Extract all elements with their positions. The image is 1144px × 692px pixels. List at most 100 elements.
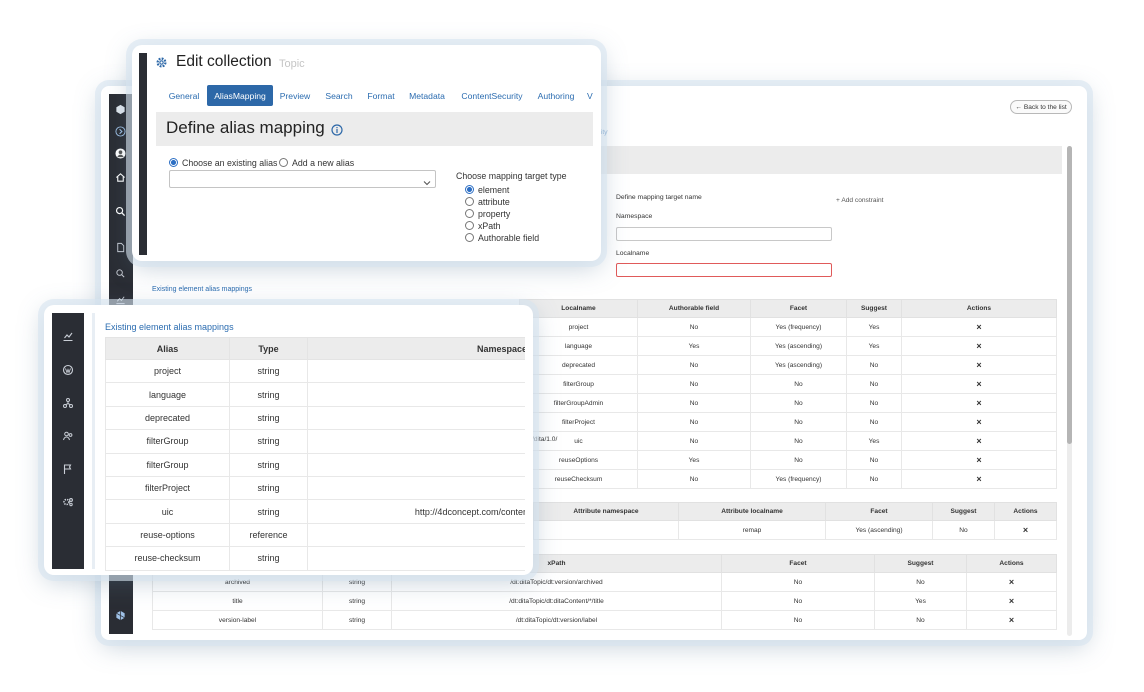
document-icon[interactable] [109, 236, 131, 258]
table-row[interactable]: filterProject string [105, 475, 525, 501]
alias-select[interactable] [169, 170, 436, 188]
target-type-property[interactable]: property [465, 209, 510, 219]
target-type-xpath[interactable]: xPath [465, 221, 501, 231]
home-icon[interactable] [109, 166, 131, 188]
table-row[interactable]: remap Yes (ascending) No × [533, 520, 1057, 540]
user-avatar-icon[interactable] [109, 142, 131, 164]
delete-icon[interactable]: × [976, 379, 981, 389]
table-row[interactable]: language string [105, 382, 525, 407]
table-row[interactable]: archived string/dt:ditaTopic/dt:version/a… [152, 572, 1057, 592]
settings-cog-icon[interactable] [52, 487, 84, 517]
delete-icon[interactable]: × [976, 398, 981, 408]
delete-icon[interactable]: × [976, 436, 981, 446]
alias-cell: filterGroup [105, 429, 230, 454]
info-icon[interactable] [331, 123, 343, 136]
delete-cell: × [901, 469, 1057, 489]
users-icon[interactable] [52, 421, 84, 451]
header-suggest: Suggest [846, 299, 902, 318]
type-cell: string [229, 546, 308, 571]
tab-search[interactable]: Search [320, 85, 358, 106]
table-row[interactable]: deprecated No Yes (ascending) No × [519, 355, 1057, 375]
xpath-type-cell: string [322, 572, 392, 592]
header-xpath-actions: Actions [966, 554, 1057, 573]
table-row[interactable]: deprecated string [105, 405, 525, 431]
back-to-list-button[interactable]: ← Back to the list [1010, 100, 1072, 114]
radio-off-icon [465, 233, 474, 242]
table-row[interactable]: filterGroup string [105, 429, 525, 454]
delete-icon[interactable]: × [1009, 615, 1014, 625]
tab-metadata[interactable]: Metadata [406, 85, 448, 106]
header-attr-actions: Actions [994, 502, 1057, 521]
existing-mappings-title[interactable]: Existing element alias mappings [105, 322, 234, 332]
table-row[interactable]: filterProject No No No × [519, 412, 1057, 432]
tab-v-partial[interactable]: V [587, 85, 597, 106]
radio-existing-alias[interactable]: Choose an existing alias [169, 158, 277, 168]
localname-input[interactable] [616, 263, 832, 277]
header-attr-suggest: Suggest [932, 502, 995, 521]
add-constraint-button[interactable]: + Add constraint [836, 197, 883, 204]
main-scrollbar-thumb[interactable] [1067, 146, 1072, 444]
table-row[interactable]: language Yes Yes (ascending) Yes × [519, 336, 1057, 356]
radio-new-alias[interactable]: Add a new alias [279, 158, 354, 168]
header-xpath-suggest: Suggest [874, 554, 967, 573]
table-row[interactable]: title string/dt:ditaTopic/dt:ditaContent/… [152, 591, 1057, 611]
target-type-attribute[interactable]: attribute [465, 197, 510, 207]
app-logo-icon[interactable] [109, 98, 131, 120]
table-row[interactable]: uic No No Yes × [519, 431, 1057, 451]
delete-icon[interactable]: × [1009, 596, 1014, 606]
tab-authoring[interactable]: Authoring [533, 85, 579, 106]
main-scrollbar[interactable] [1067, 146, 1072, 636]
header-attr-localname: Attribute localname [678, 502, 826, 521]
namespace-cell [307, 475, 525, 501]
delete-icon[interactable]: × [1009, 577, 1014, 587]
alias-cell: reuse-checksum [105, 546, 230, 571]
table-row[interactable]: filterGroup No No No × [519, 374, 1057, 394]
table-row[interactable]: uicstringhttp://4dconcept.com/contentfac… [105, 499, 525, 524]
search-small-icon[interactable] [109, 262, 131, 284]
header-type: Type [229, 337, 308, 360]
tab-preview[interactable]: Preview [276, 85, 314, 106]
delete-icon[interactable]: × [976, 455, 981, 465]
delete-icon[interactable]: × [976, 360, 981, 370]
chart-icon[interactable] [52, 321, 84, 351]
namespace-cell [307, 452, 525, 477]
flag-icon[interactable] [52, 454, 84, 484]
element-mappings-table: Localname Authorable field Facet Suggest… [519, 299, 1057, 489]
tab-contentsecurity[interactable]: ContentSecurity [458, 85, 526, 106]
table-row[interactable]: reuse-checksum string [105, 546, 525, 571]
existing-mappings-link[interactable]: Existing element alias mappings [152, 286, 252, 293]
network-icon[interactable] [52, 388, 84, 418]
table-row[interactable]: project No Yes (frequency) Yes × [519, 317, 1057, 337]
localname-cell: filterProject [519, 412, 638, 432]
delete-icon[interactable]: × [976, 322, 981, 332]
table-row[interactable]: reuseOptions Yes No No × [519, 450, 1057, 470]
table-row[interactable]: version-label string/dt:ditaTopic/dt:vers… [152, 610, 1057, 630]
table-row[interactable]: project string [105, 358, 525, 384]
delete-icon[interactable]: × [976, 341, 981, 351]
table-row[interactable]: filterGroup string [105, 452, 525, 477]
expand-chevron-icon[interactable] [109, 120, 131, 142]
target-type-label: Choose mapping target type [456, 171, 567, 181]
target-type-element[interactable]: element [465, 185, 509, 195]
authorable-cell: Yes [637, 336, 751, 356]
search-icon[interactable] [109, 200, 131, 222]
tab-general[interactable]: General [164, 85, 204, 106]
tab-format[interactable]: Format [363, 85, 399, 106]
suggest-cell: No [846, 469, 902, 489]
namespace-input[interactable] [616, 227, 832, 241]
panel-divider [92, 313, 95, 569]
table-row[interactable]: reuseChecksum No Yes (frequency) No × [519, 469, 1057, 489]
radio-on-icon [169, 158, 178, 167]
authorable-cell: No [637, 374, 751, 394]
namespace-label: Namespace [616, 213, 653, 220]
target-type-authorable[interactable]: Authorable field [465, 233, 539, 243]
tab-aliasmapping[interactable]: AliasMapping [207, 85, 273, 106]
xpath-cell: /dt:ditaTopic/dt:version/label [391, 610, 722, 630]
table-row[interactable]: filterGroupAdmin No No No × [519, 393, 1057, 413]
xpath-alias-cell: title [152, 591, 323, 611]
delete-icon[interactable]: × [976, 474, 981, 484]
delete-icon[interactable]: × [1023, 525, 1028, 535]
delete-icon[interactable]: × [976, 417, 981, 427]
table-row[interactable]: reuse-options reference [105, 522, 525, 548]
wordpress-icon[interactable] [52, 355, 84, 385]
